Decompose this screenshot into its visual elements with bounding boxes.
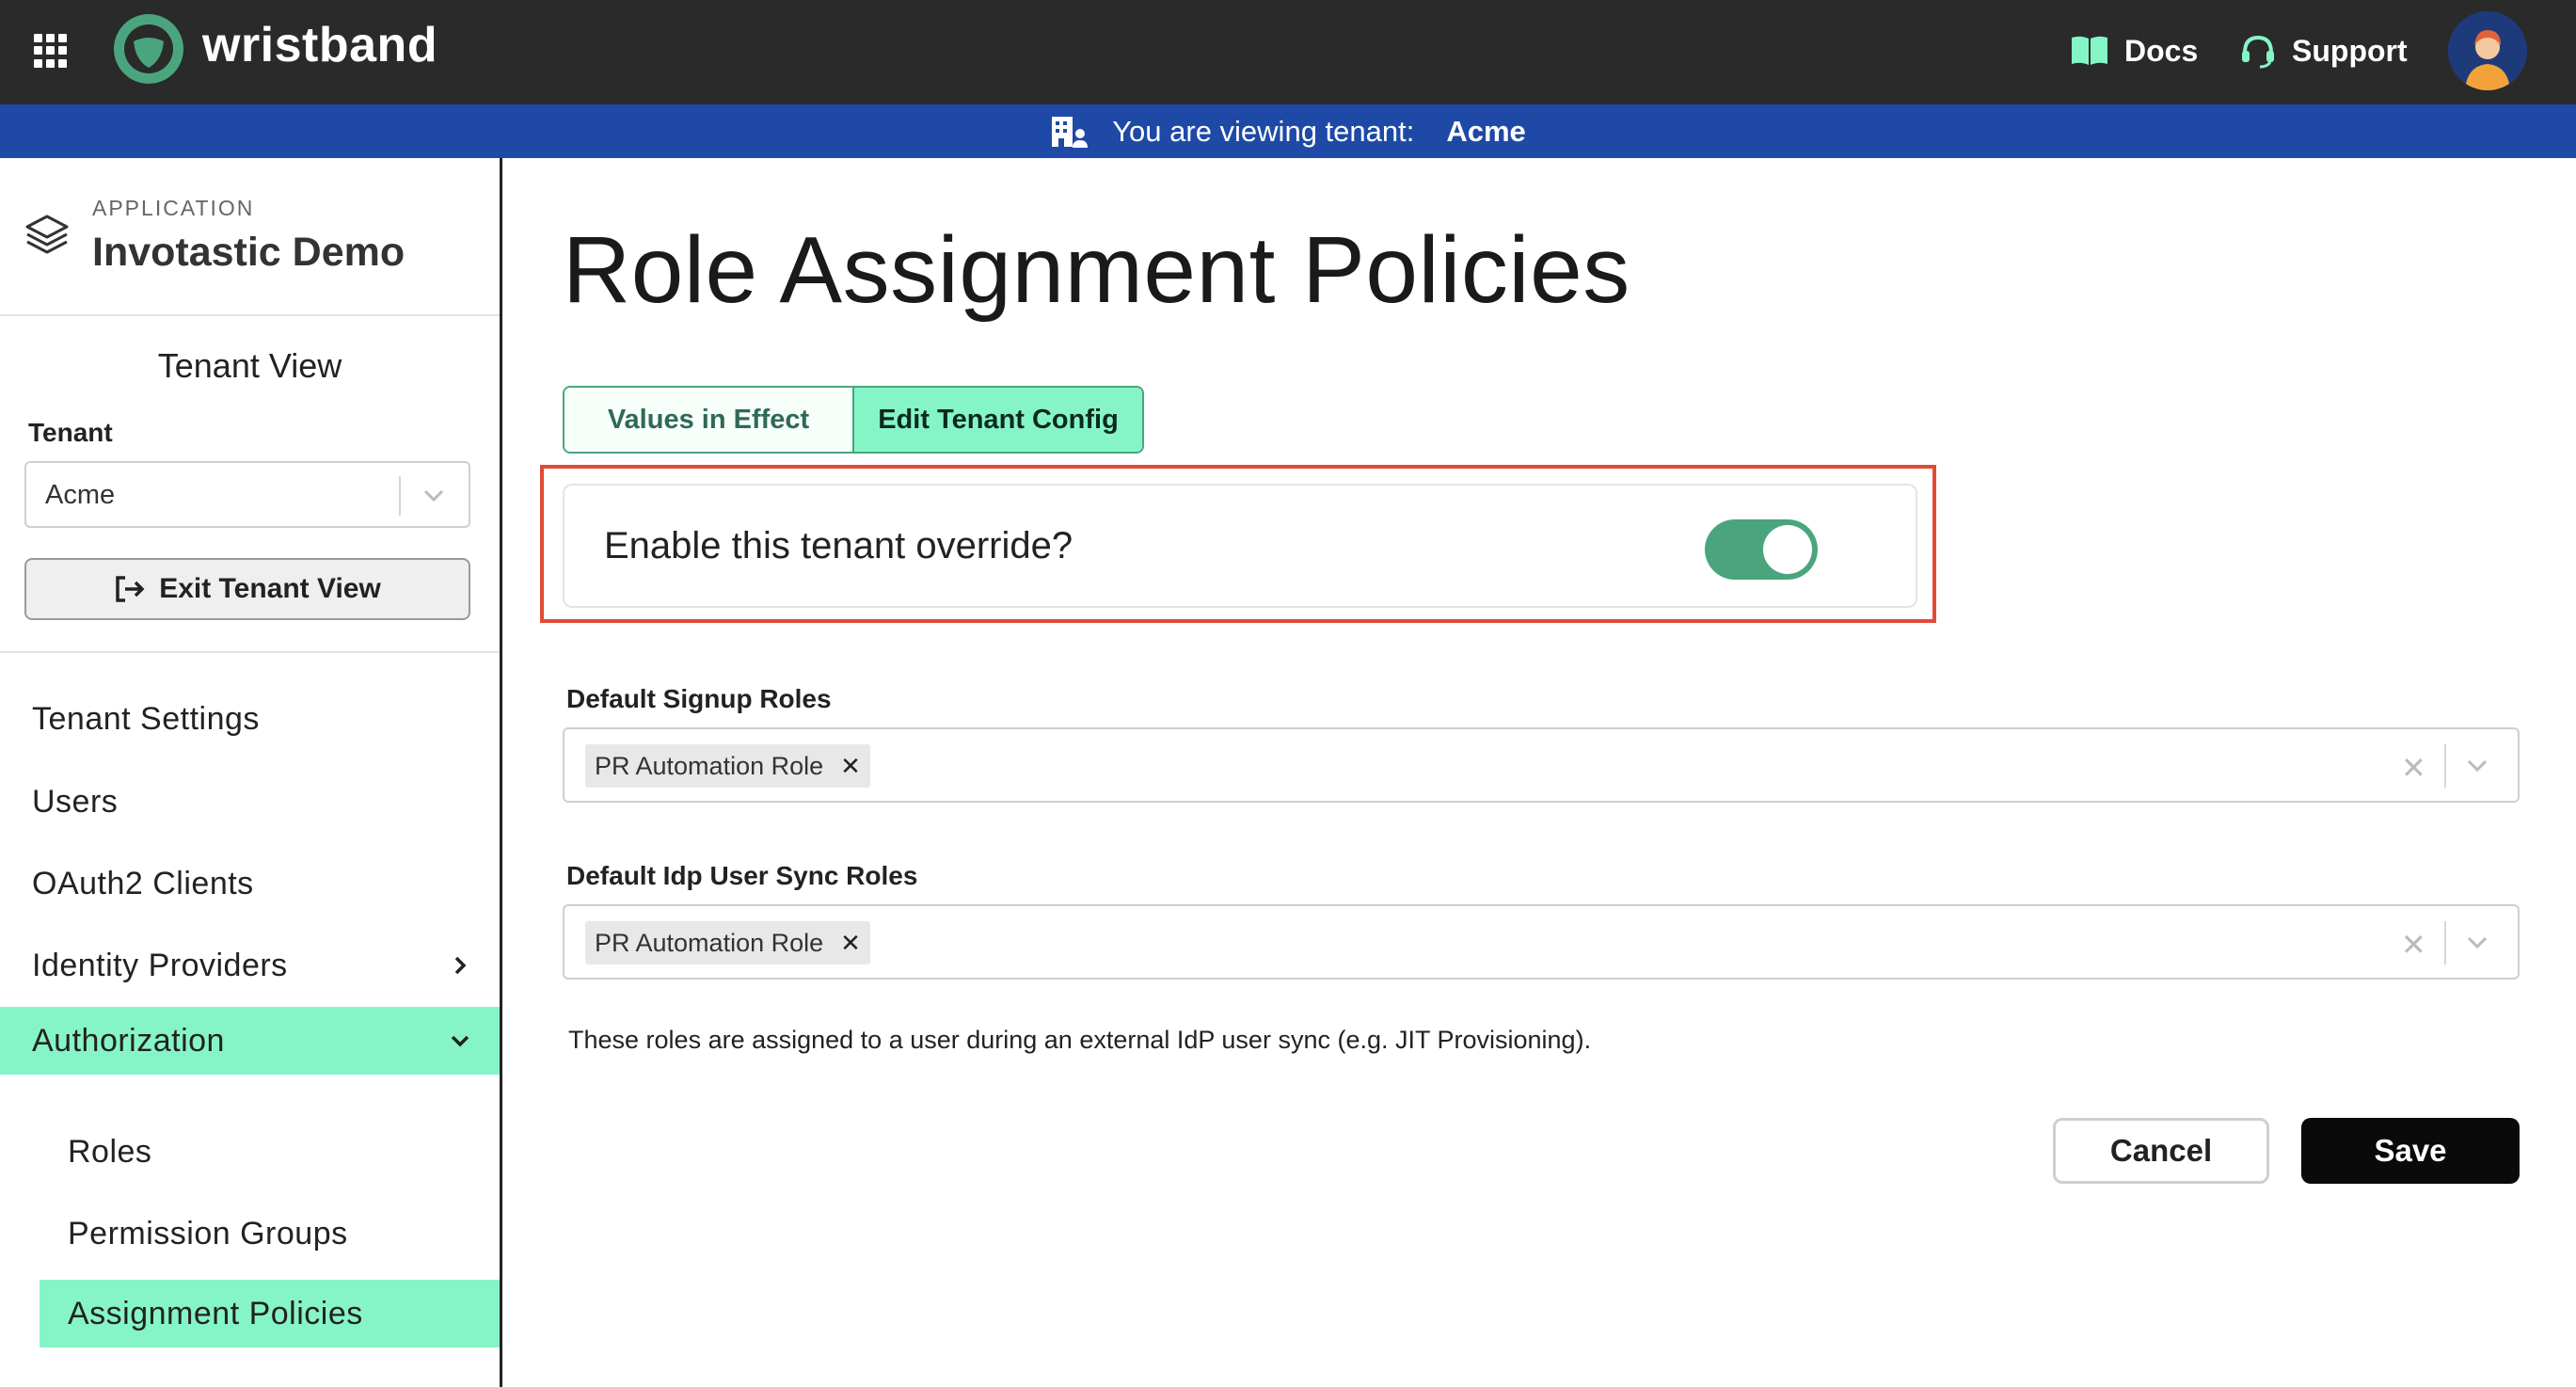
tenant-view-banner: You are viewing tenant: Acme: [0, 104, 2576, 158]
sidebar-item-users[interactable]: Users: [0, 768, 500, 836]
building-user-icon: [1052, 116, 1089, 148]
select-separator: [2444, 744, 2446, 788]
select-separator: [2444, 921, 2446, 965]
chevron-down-icon[interactable]: [2465, 931, 2489, 955]
chevron-down-icon[interactable]: [2465, 754, 2489, 778]
book-icon: [2072, 36, 2107, 65]
tenant-label: Tenant: [28, 418, 113, 447]
sidebar-item-label: Identity Providers: [32, 947, 288, 983]
headset-icon: [2242, 35, 2274, 69]
tenant-override-card: Enable this tenant override?: [563, 484, 1917, 608]
user-avatar[interactable]: [2448, 11, 2527, 90]
sidebar-subitem-label: Permission Groups: [68, 1215, 348, 1251]
brand-name[interactable]: wristband: [202, 17, 437, 73]
sidebar-item-oauth2-clients[interactable]: OAuth2 Clients: [0, 850, 500, 917]
config-tabs: Values in Effect Edit Tenant Config: [563, 386, 1144, 454]
sidebar: APPLICATION Invotastic Demo Tenant View …: [0, 158, 502, 1387]
cancel-button[interactable]: Cancel: [2053, 1118, 2269, 1184]
default-signup-roles-label: Default Signup Roles: [566, 684, 832, 713]
override-label: Enable this tenant override?: [604, 525, 1073, 566]
top-navigation-bar: wristband Docs Support: [0, 0, 2576, 104]
sidebar-subitem-roles[interactable]: Roles: [40, 1118, 500, 1186]
sidebar-item-label: OAuth2 Clients: [32, 865, 254, 901]
save-button[interactable]: Save: [2301, 1118, 2520, 1184]
role-chip-label: PR Automation Role: [595, 751, 824, 780]
page-title: Role Assignment Policies: [563, 217, 1630, 323]
select-separator: [399, 476, 401, 516]
sidebar-item-label: Authorization: [32, 1022, 225, 1059]
sidebar-subitem-label: Assignment Policies: [68, 1295, 363, 1331]
toggle-knob: [1763, 525, 1812, 574]
apps-grid-icon[interactable]: [34, 34, 68, 68]
default-idp-sync-roles-select[interactable]: PR Automation Role ✕ ✕: [563, 904, 2520, 980]
application-selector[interactable]: APPLICATION Invotastic Demo: [0, 158, 500, 316]
sidebar-item-tenant-settings[interactable]: Tenant Settings: [0, 685, 500, 753]
tenant-view-title: Tenant View: [157, 346, 342, 385]
sidebar-subitem-label: Roles: [68, 1133, 152, 1170]
sidebar-subitem-assignment-policies[interactable]: Assignment Policies: [40, 1280, 500, 1347]
sign-out-icon: [116, 576, 145, 602]
chevron-down-icon: [451, 1035, 469, 1047]
sidebar-item-identity-providers[interactable]: Identity Providers: [0, 932, 500, 999]
sidebar-item-authorization[interactable]: Authorization: [0, 1007, 500, 1075]
banner-text: You are viewing tenant:: [1112, 114, 1415, 148]
docs-link[interactable]: Docs: [2070, 28, 2198, 73]
exit-tenant-view-button[interactable]: Exit Tenant View: [24, 558, 470, 620]
clear-icon[interactable]: ✕: [2401, 750, 2426, 786]
default-idp-sync-roles-label: Default Idp User Sync Roles: [566, 861, 918, 890]
banner-tenant-name: Acme: [1446, 114, 1526, 148]
role-chip: PR Automation Role ✕: [585, 744, 870, 788]
role-chip-label: PR Automation Role: [595, 928, 824, 957]
tab-values-in-effect[interactable]: Values in Effect: [564, 388, 852, 452]
support-label: Support: [2292, 33, 2408, 68]
tenant-select[interactable]: Acme: [24, 461, 470, 528]
exit-tenant-view-label: Exit Tenant View: [159, 573, 381, 604]
override-toggle[interactable]: [1705, 519, 1818, 580]
user-avatar-icon: [2448, 11, 2527, 90]
sidebar-subitem-permission-groups[interactable]: Permission Groups: [40, 1200, 500, 1267]
support-link[interactable]: Support: [2239, 28, 2408, 73]
default-signup-roles-select[interactable]: PR Automation Role ✕ ✕: [563, 727, 2520, 803]
tenant-select-value: Acme: [45, 480, 116, 510]
layers-icon: [25, 215, 69, 254]
application-caption: APPLICATION: [92, 196, 255, 220]
clear-icon[interactable]: ✕: [2401, 927, 2426, 963]
sidebar-item-label: Tenant Settings: [32, 700, 260, 737]
application-name: Invotastic Demo: [92, 230, 405, 275]
remove-chip-icon[interactable]: ✕: [840, 752, 861, 781]
chevron-right-icon: [454, 956, 467, 975]
wristband-logo-icon[interactable]: [113, 13, 184, 85]
tab-edit-tenant-config[interactable]: Edit Tenant Config: [852, 388, 1142, 452]
chevron-down-icon[interactable]: [421, 484, 446, 508]
sidebar-item-label: Users: [32, 783, 119, 820]
docs-label: Docs: [2124, 33, 2199, 68]
remove-chip-icon[interactable]: ✕: [840, 929, 861, 958]
sidebar-divider: [0, 651, 500, 653]
role-chip: PR Automation Role ✕: [585, 921, 870, 965]
idp-sync-helper-text: These roles are assigned to a user durin…: [568, 1026, 1592, 1054]
